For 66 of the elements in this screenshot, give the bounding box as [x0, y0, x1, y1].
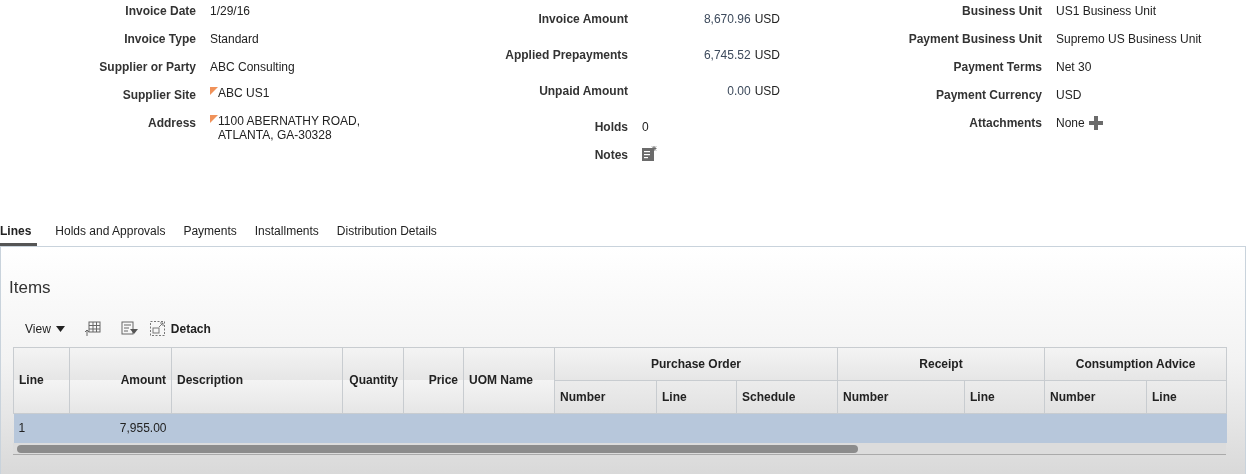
- field-value: Supremo US Business Unit: [1056, 31, 1202, 48]
- tab[interactable]: Payments: [183, 218, 237, 246]
- amount-value[interactable]: 6,745.52: [703, 46, 751, 64]
- column-header[interactable]: Number: [554, 380, 657, 413]
- table-icon[interactable]: [84, 320, 101, 337]
- field-label: Invoice Type: [123, 31, 196, 48]
- filter-icon[interactable]: [120, 321, 138, 336]
- field-label: Applied Prepayments: [504, 47, 628, 64]
- column-header[interactable]: Amount: [69, 347, 172, 413]
- field-value: ABC Consulting: [210, 59, 295, 76]
- column-header[interactable]: Line: [656, 380, 737, 413]
- field-label: Payment Currency: [934, 87, 1042, 104]
- field-label: Payment Business Unit: [907, 31, 1042, 48]
- field-value: Standard: [210, 31, 259, 48]
- detach-button[interactable]: Detach: [149, 319, 211, 338]
- field-label: Supplier Site: [121, 87, 196, 104]
- column-group-header: Receipt: [837, 347, 1045, 380]
- field-label: Supplier or Party: [98, 59, 196, 76]
- flag-marker-icon: [210, 115, 218, 123]
- flag-marker-icon: [210, 87, 218, 95]
- field-label: Invoice Date: [124, 3, 196, 20]
- column-header[interactable]: Line: [964, 380, 1045, 413]
- field-label: Attachments: [968, 115, 1042, 132]
- field-label: Holds: [593, 119, 628, 136]
- column-header[interactable]: Quantity: [342, 347, 404, 413]
- column-group-header: Purchase Order: [554, 347, 838, 380]
- column-header[interactable]: Price: [403, 347, 464, 413]
- amount-value[interactable]: 8,670.96: [703, 10, 751, 28]
- add-icon[interactable]: [1088, 116, 1103, 130]
- field-value: 1/29/16: [210, 3, 251, 20]
- field-value: ABC US1: [218, 86, 270, 100]
- column-header[interactable]: UOM Name: [463, 347, 555, 413]
- tab[interactable]: Distribution Details: [336, 218, 437, 246]
- field-label: Payment Terms: [952, 59, 1042, 76]
- column-header[interactable]: Line: [13, 347, 70, 413]
- column-header[interactable]: Schedule: [736, 380, 838, 413]
- column-header[interactable]: Number: [837, 380, 965, 413]
- field-value: 0: [642, 119, 649, 136]
- amount-value[interactable]: 0.00: [727, 82, 751, 100]
- field-label: Address: [146, 115, 196, 132]
- field-label: Unpaid Amount: [538, 83, 628, 100]
- currency-code: USD: [754, 83, 780, 100]
- currency-code: USD: [754, 11, 780, 28]
- field-value: 1100 ABERNATHY ROAD, ATLANTA, GA-30328: [218, 114, 361, 142]
- column-header[interactable]: Line: [1146, 380, 1227, 413]
- field-label: Notes: [593, 147, 628, 164]
- column-group-header: Consumption Advice: [1044, 347, 1227, 380]
- note-icon[interactable]: [642, 146, 657, 161]
- field-value: Net 30: [1056, 59, 1092, 76]
- column-header[interactable]: Number: [1044, 380, 1147, 413]
- detach-icon: [149, 321, 165, 336]
- table-cell: 7,955.00: [119, 421, 167, 436]
- view-menu[interactable]: View: [25, 319, 65, 338]
- table-cell: 1: [18, 421, 26, 436]
- field-value: None: [1056, 115, 1085, 132]
- tab[interactable]: Installments: [254, 218, 319, 246]
- tab[interactable]: Holds and Approvals: [55, 218, 166, 246]
- caret-icon: [55, 325, 65, 332]
- field-label: Invoice Amount: [537, 11, 628, 28]
- column-header[interactable]: Description: [171, 347, 343, 413]
- field-value: USD: [1056, 87, 1082, 104]
- currency-code: USD: [754, 47, 780, 64]
- field-value: US1 Business Unit: [1056, 3, 1157, 20]
- scrollbar-thumb[interactable]: [17, 444, 858, 453]
- field-label: Business Unit: [961, 3, 1042, 20]
- section-title: Items: [9, 277, 52, 299]
